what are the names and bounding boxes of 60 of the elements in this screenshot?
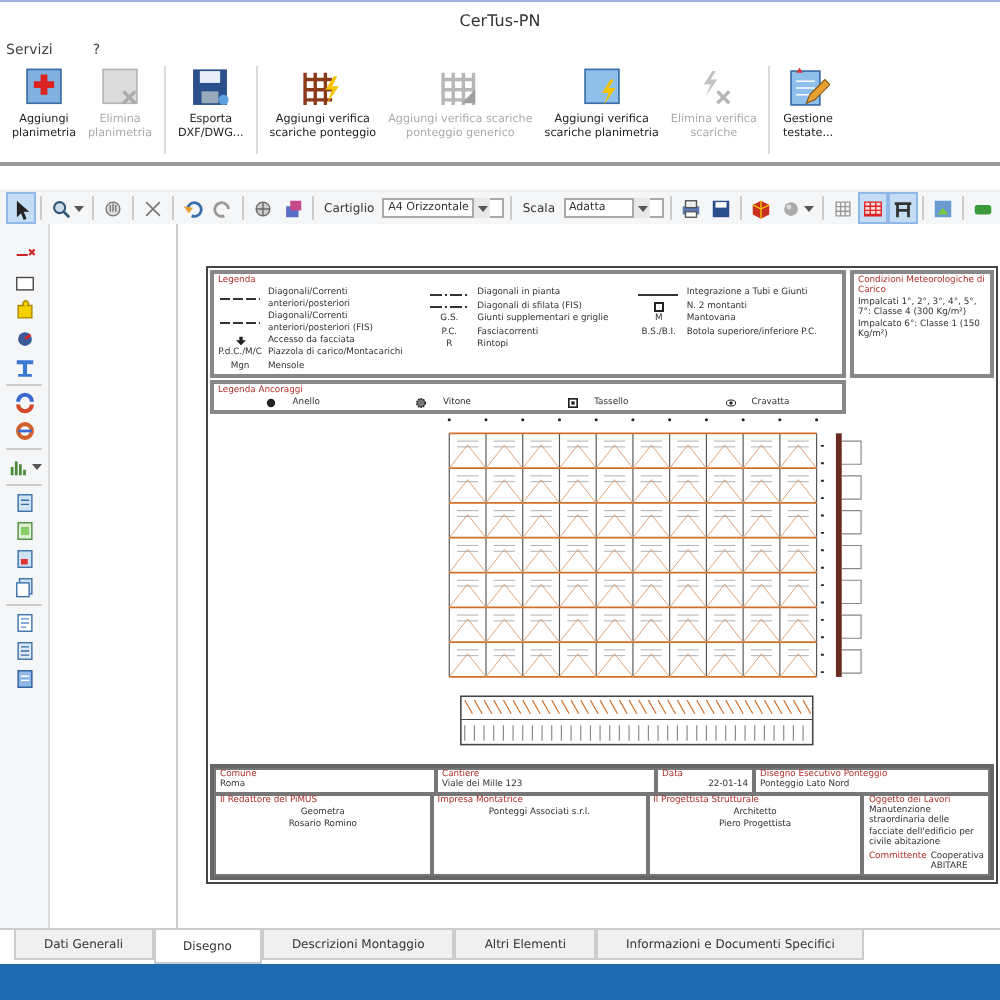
- bar-chart-icon: [7, 456, 29, 478]
- document-stack-icon: [13, 576, 35, 598]
- window-title: CerTus-PN: [459, 11, 541, 29]
- document-stamp-icon: [13, 548, 35, 570]
- gear-icon: [416, 397, 427, 408]
- beam-button[interactable]: [13, 356, 35, 378]
- rectangle-button[interactable]: [13, 272, 35, 294]
- brick-grid-icon: [861, 197, 884, 219]
- ring-button[interactable]: [13, 420, 35, 442]
- document-list-icon: [13, 492, 35, 514]
- line-icon: [638, 289, 679, 300]
- undo-icon: [182, 197, 204, 219]
- page-button[interactable]: [13, 612, 35, 634]
- printer-icon: [679, 197, 702, 219]
- caret-icon: [74, 203, 84, 213]
- picture-frame-icon: [931, 197, 954, 219]
- table-button[interactable]: [889, 194, 916, 222]
- grid-icon: [831, 197, 854, 219]
- sphere-icon: [779, 197, 802, 219]
- brick-grid-button[interactable]: [859, 194, 886, 222]
- bar-chart-button[interactable]: [7, 456, 41, 478]
- table-icon: [891, 197, 914, 219]
- page-icon: [13, 612, 35, 634]
- square-icon: [568, 397, 579, 408]
- document-stack-button[interactable]: [13, 576, 35, 598]
- gauge-icon: [13, 328, 35, 350]
- dot-icon: [266, 397, 277, 408]
- caret-icon: [637, 203, 648, 213]
- ring-icon: [13, 420, 35, 442]
- page-plus-icon: [22, 66, 66, 110]
- document-list-button[interactable]: [13, 492, 35, 514]
- document-grid-button[interactable]: [13, 520, 35, 542]
- page-filled-button[interactable]: [13, 668, 35, 690]
- page-lines-button[interactable]: [13, 640, 35, 662]
- printer-button[interactable]: [677, 194, 704, 222]
- caret-icon: [803, 203, 814, 213]
- down-arrow-icon: [235, 336, 245, 347]
- beam-icon: [13, 356, 35, 378]
- caret-icon: [478, 203, 489, 213]
- pointer-button[interactable]: [8, 194, 34, 222]
- layers-icon: [282, 197, 304, 219]
- dashed-line-icon: [220, 318, 260, 329]
- page-filled-icon: [13, 668, 35, 690]
- document-stamp-button[interactable]: [13, 548, 35, 570]
- gauge-button[interactable]: [13, 328, 35, 350]
- dashed-line-icon: [220, 294, 260, 305]
- rectangle-icon: [13, 272, 35, 294]
- square-icon: [653, 302, 664, 313]
- puzzle-icon: [13, 300, 35, 322]
- document-grid-icon: [13, 520, 35, 542]
- eye-icon: [725, 397, 736, 408]
- cube-icon: [749, 197, 772, 219]
- page-bolt-icon: [579, 66, 624, 110]
- notepad-pencil-icon: [786, 66, 830, 110]
- cross-icon: [142, 197, 164, 219]
- search-icon: [50, 197, 72, 219]
- redo-icon: [212, 197, 234, 219]
- page-x-icon: [98, 66, 142, 110]
- caret-icon: [31, 462, 41, 472]
- page-lines-icon: [13, 640, 35, 662]
